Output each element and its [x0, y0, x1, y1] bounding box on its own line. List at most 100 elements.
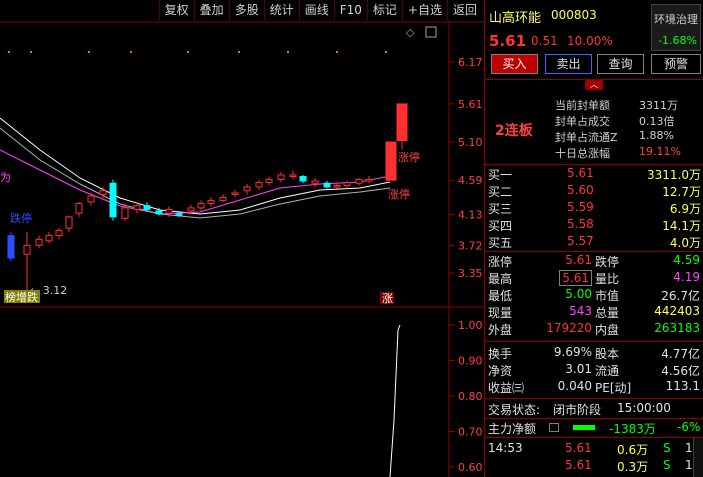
stat-row: 涨停 5.61 跌停 4.59 — [485, 253, 703, 269]
stat-value: 9.69% — [553, 345, 592, 359]
sub-axis-label: 0.90 — [458, 355, 483, 368]
indicator-line — [389, 324, 401, 477]
ma-legend-mark: 为 — [0, 171, 11, 184]
sub-axis-label: 0.60 — [458, 461, 483, 474]
sub-axis-label: 0.70 — [458, 426, 483, 439]
bid-volume: 6.9万 — [669, 202, 701, 216]
bid-volume: 3311.0万 — [647, 168, 701, 182]
seal-row-value: 19.11% — [639, 145, 681, 158]
candle-body — [243, 186, 251, 192]
query-button[interactable]: 查询 — [597, 54, 644, 74]
signal-dot — [287, 51, 289, 53]
bid-volume: 12.7万 — [662, 185, 701, 199]
chart-area[interactable]: 6.17 5.61 5.10 4.59 4.13 3.72 3.35 1.00 0.90 0.80… — [0, 0, 484, 477]
candle-body — [155, 210, 163, 215]
price-axis-label: 3.72 — [458, 239, 483, 252]
seal-row-value: 3311万 — [639, 99, 678, 112]
candle-body — [355, 178, 363, 184]
candle-body — [385, 141, 397, 181]
bid-row[interactable]: 买一 5.61 3311.0万 — [485, 166, 703, 182]
collapse-icon[interactable]: ︿ — [585, 80, 603, 90]
diamond-icon: ◇ — [406, 26, 415, 39]
seal-row: 封单占成交 0.13倍 — [555, 113, 675, 128]
tick-count: 1 — [685, 441, 693, 455]
bid-price: 5.59 — [567, 200, 594, 214]
candle-body — [343, 181, 351, 186]
kline-chart[interactable]: 6.17 5.61 5.10 4.59 4.13 3.72 3.35 1.00 0.90 0.80… — [0, 0, 484, 477]
tick-price: 5.61 — [565, 458, 592, 472]
trade-status-time: 15:00:00 — [617, 401, 671, 415]
bid-price: 5.57 — [567, 234, 594, 248]
price-axis-label: 3.35 — [458, 267, 483, 280]
tick-row: 5.61 0.3万 S 1 — [485, 458, 703, 474]
stat-value: 5.61 — [565, 253, 592, 267]
signal-dot — [238, 51, 240, 53]
toolbar-button-5[interactable]: F10 — [333, 0, 367, 20]
trade-status-row: 交易状态: 闭市阶段 15:00:00 — [485, 401, 703, 417]
trade-status-label: 交易状态: — [488, 403, 541, 417]
bid-row[interactable]: 买五 5.57 4.0万 — [485, 234, 703, 250]
divider — [485, 398, 703, 399]
candle-body — [365, 178, 373, 182]
toolbar-button-7[interactable]: +自选 — [401, 0, 447, 20]
divider — [485, 418, 703, 419]
candle-body — [207, 199, 215, 204]
alert-button[interactable]: 预警 — [651, 54, 701, 74]
price-axis-label: 4.59 — [458, 174, 483, 187]
candle-body — [45, 235, 53, 242]
stat-row: 最高 5.61 量比 4.19 — [485, 270, 703, 286]
price-axis-label: 5.61 — [458, 98, 483, 111]
stat-value: 442403 — [654, 304, 700, 318]
buy-button[interactable]: 买入 — [491, 54, 538, 74]
candle-body — [143, 205, 151, 210]
current-price: 5.61 — [489, 32, 527, 50]
tick-price: 5.61 — [565, 441, 592, 455]
stat-label: 最高 — [488, 272, 513, 286]
stat-label: 跌停 — [595, 255, 620, 269]
toolbar-button-4[interactable]: 画线 — [298, 0, 334, 20]
candle-body — [55, 229, 63, 237]
tick-direction: S — [663, 458, 671, 472]
candle-body — [197, 202, 205, 209]
candle-body — [333, 184, 341, 188]
industry-button[interactable]: 环境治理 -1.68% — [651, 4, 701, 51]
candle-body — [35, 238, 43, 246]
tick-row: 14:53 5.61 0.6万 S 1 — [485, 441, 703, 457]
seal-row: 当前封单额 3311万 — [555, 97, 678, 112]
limit-up-label: 涨停 — [398, 150, 420, 164]
stat-label: 量比 — [595, 272, 620, 286]
signal-dot — [130, 51, 132, 53]
bid-row[interactable]: 买四 5.58 14.1万 — [485, 217, 703, 233]
candle-body — [121, 207, 129, 219]
sell-button[interactable]: 卖出 — [545, 54, 592, 74]
main-net-icon[interactable] — [549, 423, 559, 432]
candle-body — [311, 180, 319, 184]
tick-volume: 0.3万 — [617, 460, 649, 474]
candle-body — [187, 207, 195, 212]
signal-dot — [385, 51, 387, 53]
industry-name: 环境治理 — [654, 13, 698, 26]
main-net-bar — [573, 425, 595, 430]
toolbar-button-0[interactable]: 复权 — [158, 0, 194, 20]
price-axis-label: 6.17 — [458, 56, 483, 69]
limit-up-label: 涨停 — [388, 187, 410, 201]
toolbar-button-8[interactable]: 返回 — [446, 0, 482, 20]
toolbar-button-2[interactable]: 多股 — [228, 0, 264, 20]
main-net-row: 主力净额 -1383万 -6% — [485, 420, 703, 436]
bid-volume: 14.1万 — [662, 219, 701, 233]
stat-value: 5.61 — [559, 270, 592, 286]
toolbar-button-6[interactable]: 标记 — [366, 0, 402, 20]
toolbar-button-3[interactable]: 统计 — [263, 0, 299, 20]
quote-panel: 山高环能 000803 环境治理 -1.68% 5.61 0.51 10.00%… — [484, 0, 703, 477]
bid-row[interactable]: 买二 5.60 12.7万 — [485, 183, 703, 199]
seal-row-value: 0.13倍 — [639, 115, 675, 128]
price-change-pct: 10.00% — [567, 34, 613, 48]
bid-row[interactable]: 买三 5.59 6.9万 — [485, 200, 703, 216]
tick-scrollbar[interactable] — [693, 438, 703, 477]
bid-label: 买四 — [488, 219, 513, 233]
trade-buttons: 买入 卖出 查询 预警 — [485, 54, 703, 76]
industry-change: -1.68% — [658, 34, 697, 47]
toolbar-button-1[interactable]: 叠加 — [193, 0, 229, 20]
stat-label: 内盘 — [595, 323, 620, 337]
signal-dot — [336, 51, 338, 53]
